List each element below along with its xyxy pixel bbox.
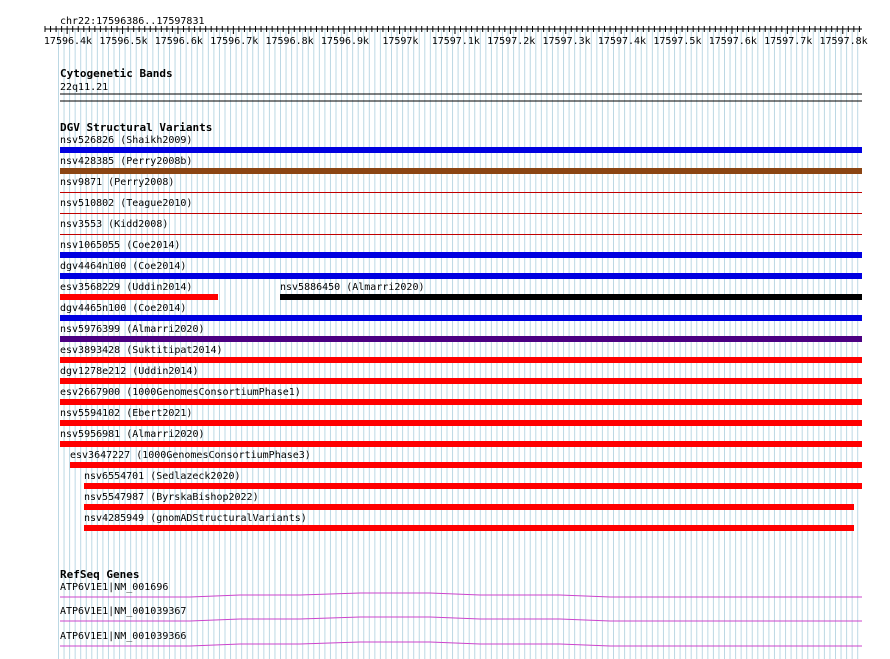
cytogenetic-band-label: 22q11.21 xyxy=(60,82,108,93)
variant-feature[interactable]: esv3893428 (Suktitipat2014) xyxy=(60,345,862,363)
variant-bar[interactable] xyxy=(84,483,862,489)
variant-bar[interactable] xyxy=(60,441,862,447)
ruler-tick-label: 17596.7k xyxy=(210,36,258,47)
variant-feature[interactable]: esv3568229 (Uddin2014) xyxy=(60,282,218,300)
variant-feature[interactable]: nsv1065055 (Coe2014) xyxy=(60,240,862,258)
gene-label: ATP6V1E1|NM_001039367 xyxy=(60,606,186,617)
variant-label: nsv5886450 (Almarri2020) xyxy=(280,282,425,293)
variant-label: dgv1278e212 (Uddin2014) xyxy=(60,366,198,377)
ruler-tick-label: 17596.4k xyxy=(44,36,92,47)
variant-label: nsv1065055 (Coe2014) xyxy=(60,240,180,251)
variant-feature[interactable]: dgv4464n100 (Coe2014) xyxy=(60,261,862,279)
variant-label: esv3893428 (Suktitipat2014) xyxy=(60,345,223,356)
variant-label: nsv9871 (Perry2008) xyxy=(60,177,174,188)
variant-bar[interactable] xyxy=(84,504,854,510)
ruler-tick-label: 17597.7k xyxy=(764,36,812,47)
dgv-track-title: DGV Structural Variants xyxy=(60,121,212,134)
variant-bar[interactable] xyxy=(60,147,862,153)
variant-label: nsv526826 (Shaikh2009) xyxy=(60,135,192,146)
variant-label: esv3647227 (1000GenomesConsortiumPhase3) xyxy=(70,450,311,461)
variant-feature[interactable]: nsv526826 (Shaikh2009) xyxy=(60,135,862,153)
refseq-track-title: RefSeq Genes xyxy=(60,568,139,581)
variant-label: nsv428385 (Perry2008b) xyxy=(60,156,192,167)
variant-feature[interactable]: nsv5976399 (Almarri2020) xyxy=(60,324,862,342)
variant-bar[interactable] xyxy=(60,192,862,193)
variant-bar[interactable] xyxy=(60,168,862,174)
coordinate-label: chr22:17596386..17597831 xyxy=(60,16,205,27)
variant-bar[interactable] xyxy=(70,462,862,468)
ruler-tick-label: 17596.9k xyxy=(321,36,369,47)
gene-label: ATP6V1E1|NM_001696 xyxy=(60,582,168,593)
variant-label: nsv5976399 (Almarri2020) xyxy=(60,324,205,335)
gene-label: ATP6V1E1|NM_001039366 xyxy=(60,631,186,642)
genome-browser-view: chr22:17596386..17597831 17596.4k 17596.5… xyxy=(44,16,868,659)
ruler-tick-label: 17597.4k xyxy=(598,36,646,47)
variant-bar[interactable] xyxy=(60,336,862,342)
variant-feature[interactable]: nsv5956981 (Almarri2020) xyxy=(60,429,862,447)
variant-label: nsv5547987 (ByrskaBishop2022) xyxy=(84,492,259,503)
variant-bar[interactable] xyxy=(60,273,862,279)
cytogenetic-track-title: Cytogenetic Bands xyxy=(60,67,173,80)
variant-feature[interactable]: nsv5594102 (Ebert2021) xyxy=(60,408,862,426)
variant-label: nsv6554701 (Sedlazeck2020) xyxy=(84,471,241,482)
variant-label: nsv5594102 (Ebert2021) xyxy=(60,408,192,419)
ruler-tick-label: 17597k xyxy=(382,36,418,47)
variant-label: nsv510802 (Teague2010) xyxy=(60,198,192,209)
ruler-tick-label: 17597.1k xyxy=(432,36,480,47)
variant-bar[interactable] xyxy=(60,213,862,214)
ruler-tick-label: 17597.2k xyxy=(487,36,535,47)
ruler-tick-label: 17597.8k xyxy=(820,36,868,47)
ruler-tick-label: 17596.8k xyxy=(266,36,314,47)
variant-label: esv2667900 (1000GenomesConsortiumPhase1) xyxy=(60,387,301,398)
variant-bar[interactable] xyxy=(60,294,218,300)
ruler-tick-label: 17597.3k xyxy=(543,36,591,47)
variant-feature[interactable]: nsv6554701 (Sedlazeck2020) xyxy=(84,471,862,489)
variant-bar[interactable] xyxy=(60,357,862,363)
variant-label: nsv5956981 (Almarri2020) xyxy=(60,429,205,440)
variant-label: nsv3553 (Kidd2008) xyxy=(60,219,168,230)
variant-label: esv3568229 (Uddin2014) xyxy=(60,282,192,293)
variant-feature[interactable]: dgv1278e212 (Uddin2014) xyxy=(60,366,862,384)
variant-feature[interactable]: dgv4465n100 (Coe2014) xyxy=(60,303,862,321)
variant-bar[interactable] xyxy=(60,234,862,235)
variant-bar[interactable] xyxy=(60,399,862,405)
ruler-tick-label: 17597.5k xyxy=(653,36,701,47)
variant-label: dgv4465n100 (Coe2014) xyxy=(60,303,186,314)
coordinate-ruler[interactable]: 17596.4k 17596.5k 17596.6k 17596.7k 17596.8k… xyxy=(44,26,868,47)
variant-bar[interactable] xyxy=(84,525,854,531)
ruler-tick-label: 17596.6k xyxy=(155,36,203,47)
variant-feature[interactable]: esv2667900 (1000GenomesConsortiumPhase1) xyxy=(60,387,862,405)
variant-bar[interactable] xyxy=(60,315,862,321)
variant-bar[interactable] xyxy=(280,294,862,300)
variant-bar[interactable] xyxy=(60,378,862,384)
ruler-tick-label: 17596.5k xyxy=(99,36,147,47)
variant-label: nsv4285949 (gnomADStructuralVariants) xyxy=(84,513,307,524)
variant-label: dgv4464n100 (Coe2014) xyxy=(60,261,186,272)
ruler-tick-label: 17597.6k xyxy=(709,36,757,47)
variant-feature[interactable]: nsv428385 (Perry2008b) xyxy=(60,156,862,174)
variant-feature[interactable]: esv3647227 (1000GenomesConsortiumPhase3) xyxy=(70,450,862,468)
variant-bar[interactable] xyxy=(60,252,862,258)
variant-bar[interactable] xyxy=(60,420,862,426)
